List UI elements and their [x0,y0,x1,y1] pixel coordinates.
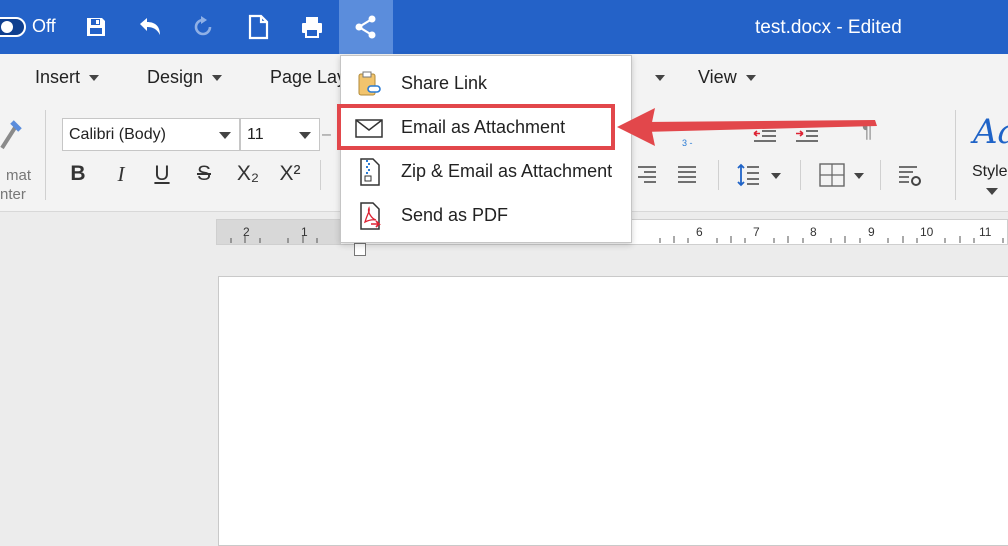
chevron-down-icon [655,75,665,82]
menu-item-label: Send as PDF [401,205,509,225]
format-painter-icon[interactable] [0,118,22,157]
share-button[interactable] [339,0,393,54]
decrease-font-icon[interactable]: – [322,126,331,144]
ribbon-divider [955,110,956,200]
chevron-down-icon [219,132,231,139]
justify-icon[interactable] [676,164,698,191]
paragraph-settings-icon[interactable] [898,164,922,193]
menu-design[interactable]: Design [147,67,223,88]
menu-insert[interactable]: Insert [35,67,100,88]
ribbon-divider [45,110,46,200]
chevron-down-icon [745,75,756,82]
autosave-toggle-label: Off [32,16,56,36]
align-right-icon[interactable] [636,164,658,191]
document-page[interactable] [218,276,1008,546]
chevron-down-icon [212,75,223,82]
menu-item-zip-email[interactable]: Zip & Email as Attachment [341,150,631,194]
indent-marker[interactable] [354,243,366,256]
chevron-down-icon [299,132,311,139]
clipboard-link-icon [358,71,381,96]
title-bar: Off test.docx - Edited [0,0,1008,54]
chevron-down-icon[interactable] [771,173,781,179]
ribbon-divider [800,160,801,190]
styles-label: Style [972,163,1008,180]
chevron-down-icon [89,75,100,82]
redo-icon[interactable] [189,12,219,42]
strikethrough-button[interactable]: S [189,162,219,186]
menu-item-label: Zip & Email as Attachment [401,161,613,181]
chevron-down-icon[interactable] [854,173,864,179]
menu-item-label: Share Link [401,73,488,93]
print-icon[interactable] [297,12,327,42]
bold-button[interactable]: B [63,162,93,186]
menu-page-layout[interactable]: Page Lay [270,67,346,88]
superscript-button[interactable]: X² [273,162,307,186]
zip-file-icon [360,158,380,186]
format-painter-label: mat nter [0,167,32,203]
chevron-down-icon[interactable] [986,188,998,195]
menu-item-share-link[interactable]: Share Link [341,62,631,106]
menu-view[interactable]: View [698,67,756,88]
menu-item-send-pdf[interactable]: Send as PDF [341,194,631,238]
undo-icon[interactable] [135,12,165,42]
share-icon [355,15,376,39]
borders-icon[interactable] [819,163,845,192]
line-spacing-icon[interactable] [737,163,761,192]
save-icon[interactable] [81,12,111,42]
ribbon-divider [320,160,321,190]
ribbon-divider [880,160,881,190]
autosave-toggle[interactable] [0,17,26,37]
underline-button[interactable]: U [147,162,177,186]
styles-icon[interactable]: Aa [973,112,1008,152]
pdf-file-icon [360,202,381,230]
document-title: test.docx - Edited [755,17,902,38]
italic-button[interactable]: I [106,162,136,187]
subscript-button[interactable]: X₂ [231,162,265,186]
font-size-select[interactable]: 11 [240,118,320,151]
ribbon-divider [718,160,719,190]
highlight-box [337,104,615,150]
annotation-arrow-icon [617,108,877,146]
font-name-select[interactable]: Calibri (Body) [62,118,240,151]
new-document-icon[interactable] [243,12,273,42]
menu-hidden-caret[interactable] [646,67,665,88]
